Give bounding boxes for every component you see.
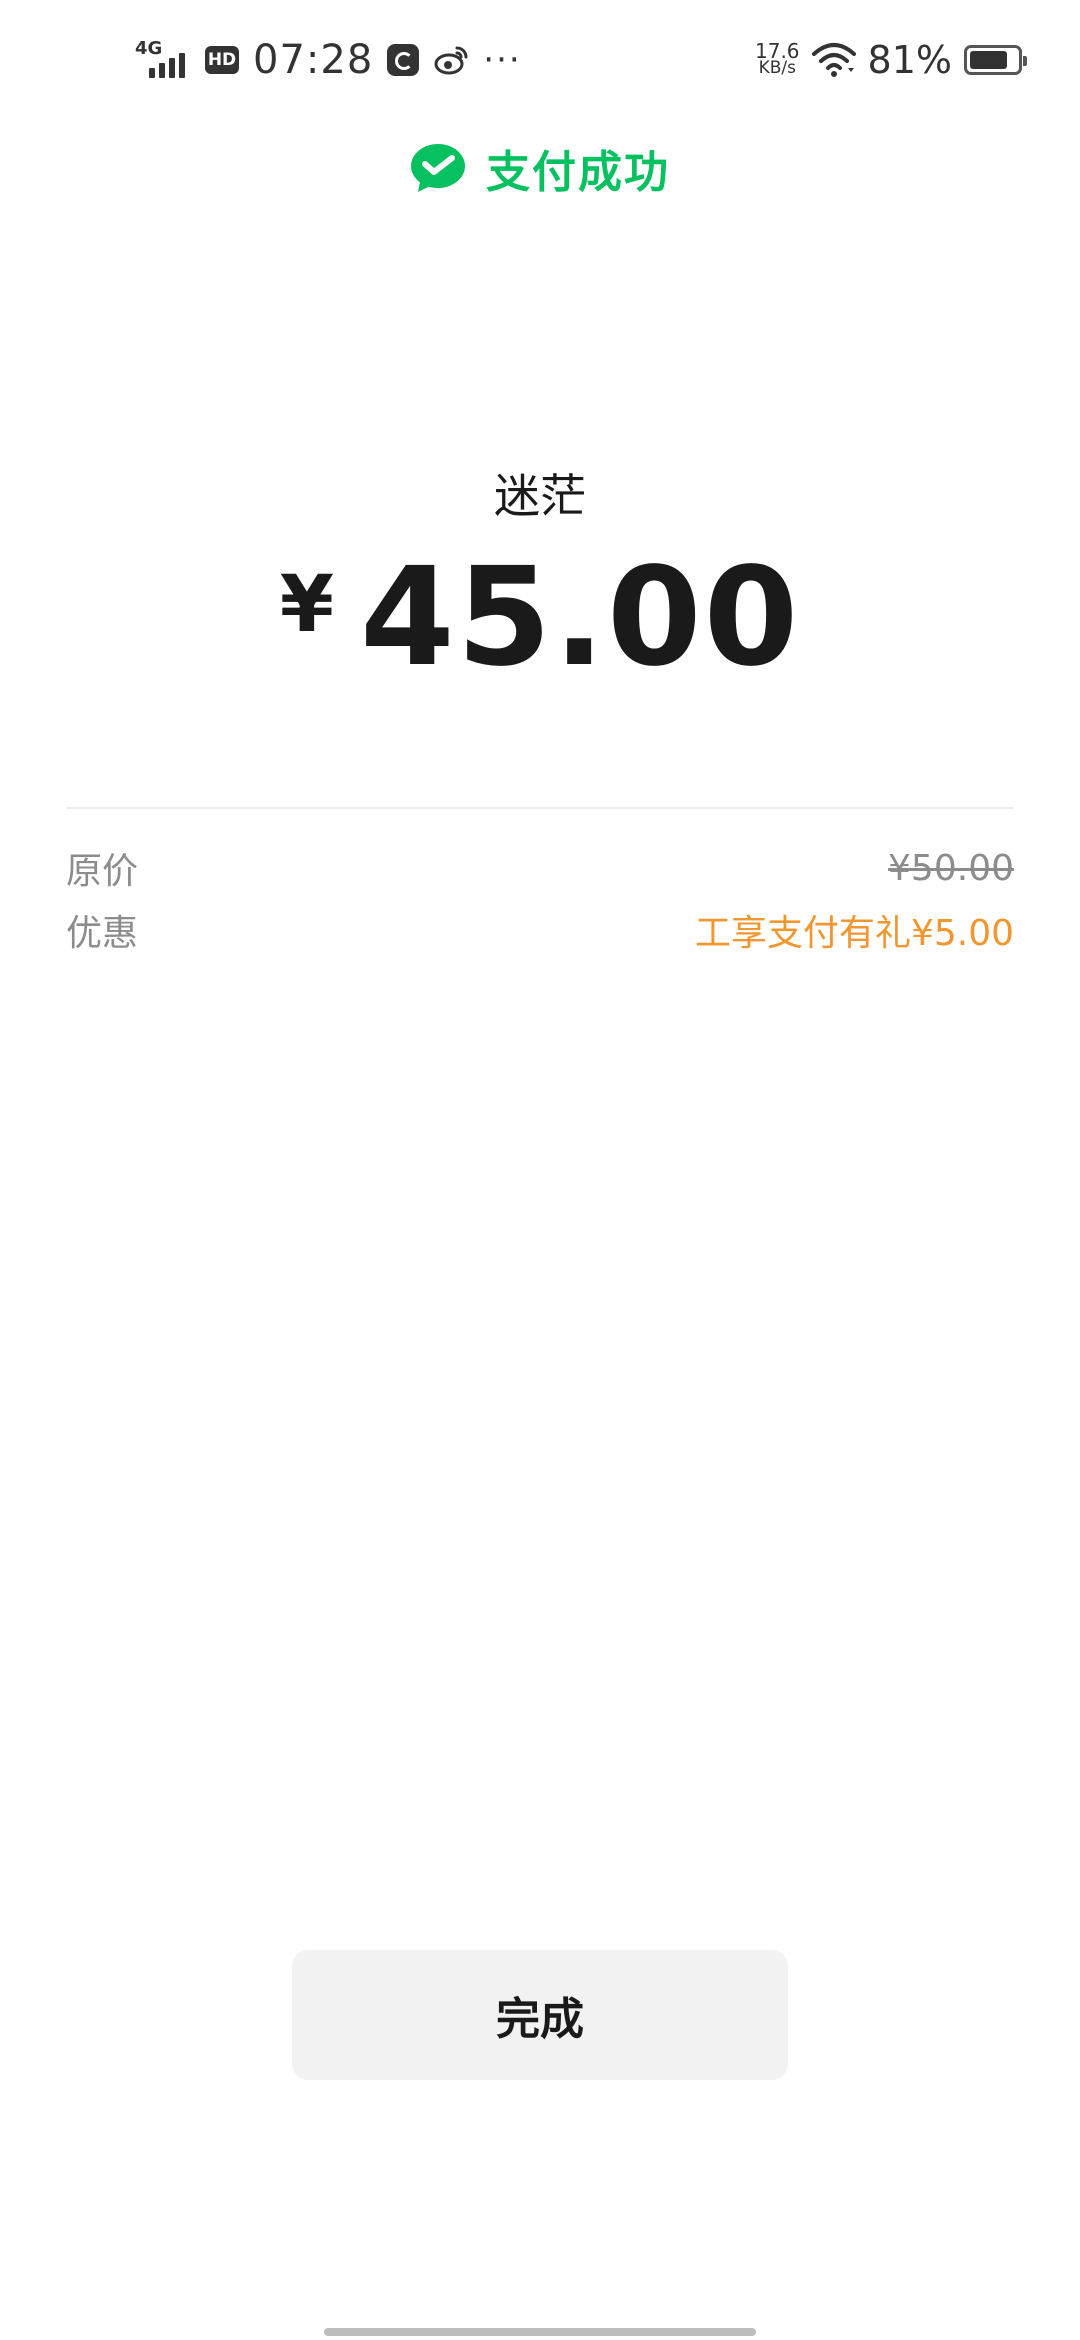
discount-label: 优惠 (66, 913, 139, 954)
amount-value: 45.00 (360, 539, 801, 697)
battery-percent: 81% (867, 38, 952, 82)
original-price-label: 原价 (66, 851, 139, 892)
status-bar-left: 4G HD 07:28 ··· (135, 34, 522, 86)
status-bar: 4G HD 07:28 ··· 17.6 KB/s 81% (0, 0, 1080, 120)
merchant-name: 迷茫 (494, 469, 586, 523)
network-speed: 17.6 KB/s (755, 41, 800, 78)
divider (66, 807, 1014, 809)
currency-symbol: ¥ (279, 560, 335, 650)
original-price-row: 原价 ¥50.00 (66, 842, 1014, 894)
payment-success-header: 支付成功 (0, 138, 1080, 198)
payment-success-screen: 4G HD 07:28 ··· 17.6 KB/s 81% 支付成功 迷茫 ¥ … (0, 0, 1080, 2340)
more-notifications-icon: ··· (483, 40, 522, 80)
payment-amount: ¥ 45.00 (0, 548, 1080, 688)
battery-icon (964, 45, 1027, 75)
discount-value: 工享支付有礼¥5.00 (694, 913, 1014, 954)
wechat-pay-icon (411, 144, 465, 192)
notification-app-icon (387, 44, 420, 76)
hd-icon: HD (205, 46, 239, 74)
status-bar-right: 17.6 KB/s 81% (755, 34, 1027, 86)
home-indicator[interactable] (324, 2328, 756, 2336)
discount-row: 优惠 工享支付有礼¥5.00 (66, 904, 1014, 956)
original-price-value: ¥50.00 (888, 847, 1014, 889)
done-button[interactable]: 完成 (292, 1950, 788, 2080)
status-time: 07:28 (253, 37, 374, 83)
weibo-icon (434, 46, 468, 75)
network-speed-unit: KB/s (758, 58, 796, 78)
payment-success-title: 支付成功 (486, 147, 670, 198)
wifi-icon (811, 43, 856, 77)
cellular-signal-icon: 4G (135, 40, 191, 80)
